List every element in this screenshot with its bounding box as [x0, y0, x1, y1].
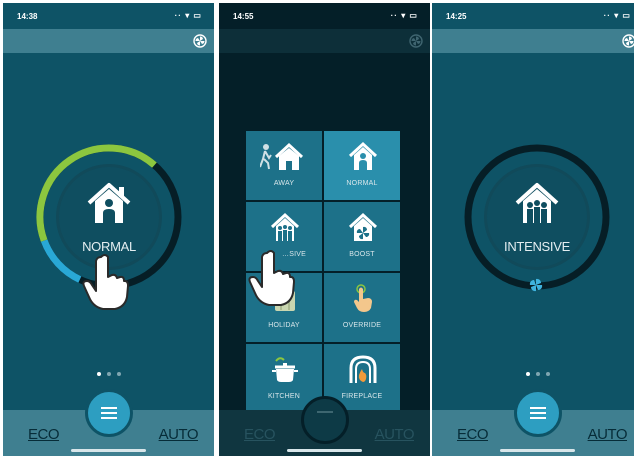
top-bar [432, 29, 634, 53]
mode-tile-normal[interactable]: NORMAL [324, 131, 400, 200]
hamburger-icon [530, 407, 546, 409]
mode-label: NORMAL [82, 239, 136, 254]
mode-label: INTENSIVE [504, 239, 570, 254]
hamburger-icon [101, 407, 117, 409]
fan-icon [529, 278, 543, 292]
auto-button[interactable]: AUTO [159, 426, 199, 443]
hamburger-icon [317, 411, 333, 413]
status-time: 14:38 [17, 12, 38, 21]
mode-tile-label: KITCHEN [267, 393, 301, 400]
status-time: 14:55 [233, 12, 254, 21]
mode-tile-label: BOOST [349, 251, 375, 258]
page-indicator [3, 372, 214, 376]
eco-button[interactable]: ECO [28, 426, 60, 443]
person-house-icon [87, 183, 131, 223]
eco-button[interactable]: ECO [457, 426, 489, 443]
menu-button[interactable] [514, 389, 562, 437]
signal-wifi-battery-icon: ·· ▾ ▭ [390, 11, 418, 20]
phone-screen-mode-selector: 14:55 ·· ▾ ▭ AWAY NORMAL …SIVE BOOST HOL… [219, 3, 430, 456]
mode-dial[interactable]: INTENSIVE [459, 139, 615, 295]
eco-button[interactable]: ECO [244, 426, 276, 443]
fan-settings-icon[interactable] [622, 34, 634, 48]
page-dot[interactable] [116, 372, 121, 376]
auto-button[interactable]: AUTO [375, 426, 415, 443]
person-house-icon [348, 141, 378, 170]
page-dot[interactable] [106, 372, 111, 376]
mode-tile-label: OVERRIDE [342, 322, 382, 329]
finger-touch-icon [354, 284, 372, 312]
phone-screen-intensive: 14:25 ·· ▾ ▭ INTENSIVE ECO AUTO [432, 3, 634, 456]
status-bar: 14:25 ·· ▾ ▭ [432, 3, 634, 29]
cooking-pot-icon [272, 357, 298, 382]
signal-wifi-battery-icon: ·· ▾ ▭ [603, 11, 631, 20]
fireplace-icon [349, 355, 377, 383]
page-dot[interactable] [535, 372, 540, 376]
mode-tile-label: NORMAL [346, 180, 378, 187]
auto-button[interactable]: AUTO [588, 426, 628, 443]
fan-settings-icon[interactable] [409, 34, 423, 48]
page-dot[interactable] [525, 372, 530, 376]
fan-house-icon [348, 212, 378, 241]
pointing-hand-icon [82, 254, 129, 310]
home-indicator [287, 449, 362, 452]
status-bar: 14:55 ·· ▾ ▭ [219, 3, 430, 29]
pointing-hand-icon [248, 250, 295, 306]
status-bar: 14:38 ·· ▾ ▭ [3, 3, 214, 29]
menu-button[interactable] [301, 396, 349, 444]
mode-tile-boost[interactable]: BOOST [324, 202, 400, 271]
mode-tile-away[interactable]: AWAY [246, 131, 322, 200]
mode-tile-label: AWAY [273, 180, 295, 187]
phone-screen-normal: 14:38 ·· ▾ ▭ NORMAL ECO AUTO [3, 3, 214, 456]
home-indicator [71, 449, 146, 452]
top-bar [3, 29, 214, 53]
page-dot[interactable] [545, 372, 550, 376]
screenshot-collage: 14:38 ·· ▾ ▭ NORMAL ECO AUTO 14:55 ·· ▾ … [0, 0, 634, 456]
mode-tile-override[interactable]: OVERRIDE [324, 273, 400, 342]
top-bar [219, 29, 430, 53]
walking-person-house-icon [260, 142, 304, 170]
fan-settings-icon[interactable] [193, 34, 207, 48]
status-time: 14:25 [446, 12, 467, 21]
page-dot[interactable] [96, 372, 101, 376]
menu-button[interactable] [85, 389, 133, 437]
home-indicator [500, 449, 575, 452]
group-house-icon [515, 183, 559, 223]
signal-wifi-battery-icon: ·· ▾ ▭ [174, 11, 202, 20]
group-house-icon [270, 212, 300, 241]
mode-tile-label: HOLIDAY [268, 322, 300, 329]
page-indicator [432, 372, 634, 376]
